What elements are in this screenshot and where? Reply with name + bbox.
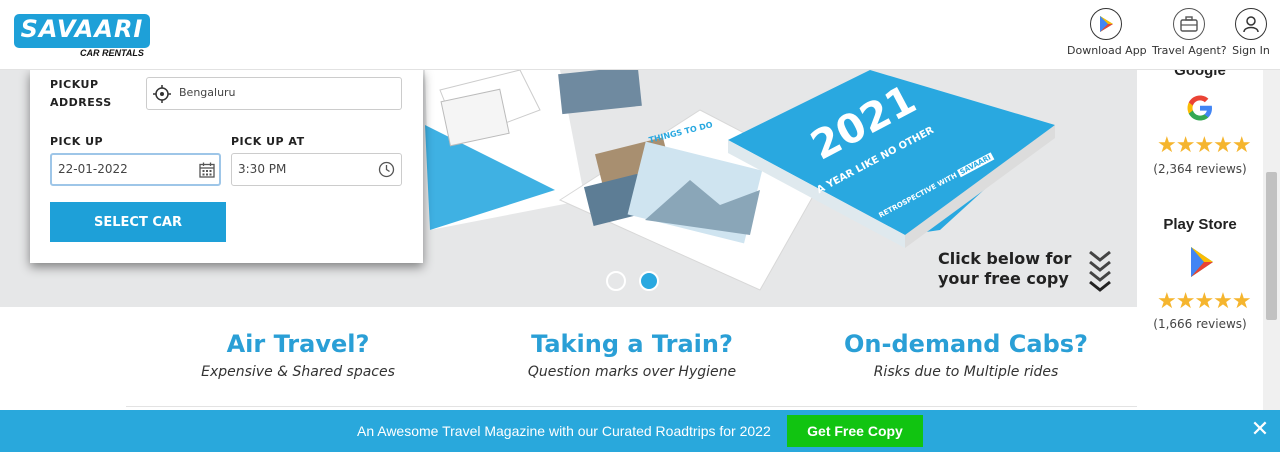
sign-in-button[interactable]: Sign In	[1230, 8, 1272, 57]
chevrons-down-icon	[1089, 250, 1111, 292]
ratings-panel: Google ★★★★★ (2,364 reviews) Play Store …	[1137, 62, 1263, 410]
play-store-title: Play Store	[1163, 216, 1237, 233]
pickup-address-label-line-2: ADDRESS	[50, 96, 112, 109]
google-icon	[1187, 95, 1212, 121]
close-icon[interactable]: ✕	[1249, 419, 1271, 441]
logo-text: SAVAARI	[20, 15, 144, 43]
feature-subtitle: Risks due to Multiple rides	[873, 364, 1059, 380]
logo-subtitle: CAR RENTALS	[80, 48, 144, 58]
feature-subtitle: Expensive & Shared spaces	[201, 364, 395, 380]
pickup-date-value: 22-01-2022	[58, 162, 128, 176]
scrollbar-thumb[interactable]	[1266, 172, 1277, 320]
calendar-icon[interactable]	[199, 162, 215, 178]
pickup-date-label: PICK UP	[50, 135, 104, 148]
select-car-button[interactable]: SELECT CAR	[50, 202, 226, 242]
play-store-icon	[1090, 8, 1122, 40]
savaari-logo[interactable]: SAVAARI CAR RENTALS	[14, 14, 150, 60]
pickup-date-input[interactable]: 22-01-2022	[50, 153, 221, 186]
hero-cta-line-1: Click below for	[938, 249, 1072, 268]
travel-agent-button[interactable]: Travel Agent?	[1152, 8, 1227, 57]
google-reviews: (2,364 reviews)	[1153, 162, 1247, 176]
feature-title: Air Travel?	[226, 330, 370, 358]
feature-air-travel: Air Travel? Expensive & Shared spaces	[128, 330, 468, 380]
promo-banner: An Awesome Travel Magazine with our Cura…	[0, 410, 1280, 452]
pickup-time-value: 3:30 PM	[238, 162, 287, 176]
clock-icon[interactable]	[378, 161, 395, 178]
feature-train: Taking a Train? Question marks over Hygi…	[462, 330, 802, 380]
download-app-label: Download App	[1067, 44, 1147, 57]
page: SAVAARI CAR RENTALS Download App Travel …	[0, 0, 1280, 452]
play-store-reviews: (1,666 reviews)	[1153, 317, 1247, 331]
promo-text: An Awesome Travel Magazine with our Cura…	[357, 423, 771, 439]
pickup-address-value: Bengaluru	[179, 86, 236, 99]
scrollbar[interactable]	[1263, 70, 1280, 410]
locate-icon	[153, 85, 171, 103]
user-icon	[1235, 8, 1267, 40]
pickup-address-input[interactable]: Bengaluru	[146, 77, 402, 110]
briefcase-icon	[1173, 8, 1205, 40]
hero-cta: Click below for your free copy	[938, 249, 1071, 289]
feature-title: On-demand Cabs?	[844, 330, 1088, 358]
play-store-stars: ★★★★★	[1157, 289, 1252, 314]
sign-in-label: Sign In	[1232, 44, 1270, 57]
get-free-copy-button[interactable]: Get Free Copy	[787, 415, 923, 447]
divider	[126, 406, 1137, 407]
carousel-dot-2[interactable]	[639, 271, 659, 291]
carousel-dot-1[interactable]	[606, 271, 626, 291]
pickup-time-label: PICK UP AT	[231, 135, 305, 148]
feature-title: Taking a Train?	[531, 330, 733, 358]
pickup-address-label: PICKUP ADDRESS	[50, 76, 112, 112]
booking-card: PICKUP ADDRESS Bengaluru PICK UP 22-01-2…	[30, 70, 423, 263]
travel-agent-label: Travel Agent?	[1152, 44, 1227, 57]
pickup-address-label-line-1: PICKUP	[50, 78, 99, 91]
feature-cabs: On-demand Cabs? Risks due to Multiple ri…	[796, 330, 1136, 380]
google-stars: ★★★★★	[1157, 133, 1252, 158]
hero-cta-line-2: your free copy	[938, 269, 1069, 288]
header: SAVAARI CAR RENTALS Download App Travel …	[0, 0, 1280, 70]
pickup-time-input[interactable]: 3:30 PM	[231, 153, 402, 186]
download-app-button[interactable]: Download App	[1067, 8, 1147, 57]
play-store-icon	[1191, 247, 1213, 277]
feature-subtitle: Question marks over Hygiene	[527, 364, 737, 380]
